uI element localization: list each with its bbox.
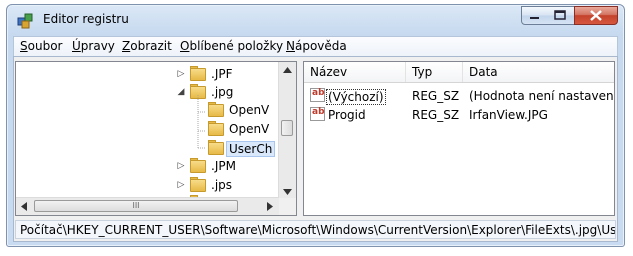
scroll-down-icon[interactable] (283, 189, 292, 195)
expanded-arrow-icon[interactable]: ◢ (176, 87, 186, 97)
menu-zobrazit[interactable]: Zobrazit (122, 39, 172, 53)
client-area: ▷.JPF◢.jpgOpenVOpenVUserCh▷.JPM▷.jps▷.js… (13, 56, 618, 242)
close-icon (590, 10, 602, 21)
tree-horizontal-scrollbar[interactable]: III (16, 197, 279, 215)
scroll-left-icon[interactable] (21, 202, 27, 211)
column-header-data[interactable]: Data (469, 65, 498, 79)
value-type: REG_SZ (412, 89, 460, 103)
column-header-type[interactable]: Typ (412, 65, 432, 79)
value-name: (Výchozí) (326, 89, 386, 105)
string-value-icon: ab (310, 107, 325, 121)
tree-item-label: .jps (211, 178, 233, 192)
list-header: Název Typ Data (304, 62, 614, 83)
tree-horizontal-scroll-thumb[interactable]: III (34, 200, 238, 212)
folder-icon (190, 66, 206, 81)
minimize-icon (530, 17, 539, 19)
value-name: Progid (328, 108, 366, 122)
value-row[interactable]: ab Progid REG_SZ IrfanView.JPG (304, 106, 614, 124)
window-title: Editor registru (43, 12, 129, 26)
menu-bar: Soubor Úpravy Zobrazit Oblíbené položky … (13, 36, 618, 56)
column-separator[interactable] (405, 62, 406, 82)
tree-connector-lines (197, 95, 205, 149)
menu-oblibene-polozky[interactable]: Oblíbené položky (180, 39, 283, 53)
value-type: REG_SZ (412, 108, 460, 122)
menu-soubor[interactable]: Soubor (20, 39, 62, 53)
string-value-icon-text: ab (312, 107, 325, 117)
status-key-path: Počítač\HKEY_CURRENT_USER\Software\Micro… (20, 223, 616, 237)
tree-item-label: .JPF (211, 67, 233, 81)
string-value-icon: ab (310, 88, 325, 102)
value-data: (Hodnota není nastavena.) (469, 89, 615, 103)
menu-upravy[interactable]: Úpravy (72, 39, 115, 53)
minimize-button[interactable] (521, 6, 549, 25)
scroll-up-icon[interactable] (283, 67, 292, 73)
scroll-right-icon[interactable] (267, 202, 273, 211)
values-list-pane[interactable]: Název Typ Data ab (Výchozí) REG_SZ (Hodnota… (303, 61, 615, 216)
title-bar[interactable]: Editor registru (7, 5, 624, 33)
collapsed-arrow-icon[interactable]: ▷ (176, 161, 186, 171)
close-button[interactable] (574, 6, 618, 25)
value-row[interactable]: ab (Výchozí) REG_SZ (Hodnota není nastavena… (304, 87, 614, 105)
string-value-icon-text: ab (312, 88, 325, 98)
folder-icon (190, 177, 206, 192)
tree-item[interactable]: ▷ .JPF (16, 65, 279, 83)
maximize-button[interactable] (548, 6, 575, 25)
maximize-icon (554, 10, 566, 20)
key-tree-pane[interactable]: ▷.JPF◢.jpgOpenVOpenVUserCh▷.JPM▷.jps▷.js… (15, 61, 297, 216)
collapsed-arrow-icon[interactable]: ▷ (176, 180, 186, 190)
column-header-name[interactable]: Název (310, 65, 347, 79)
tree-vertical-scrollbar[interactable] (278, 62, 296, 200)
tree-item[interactable]: ▷ .jps (16, 176, 279, 194)
registry-editor-window: Editor registru Soubor Úpravy Zobrazit O… (6, 4, 625, 247)
scrollbar-corner (279, 198, 296, 215)
tree-vertical-scroll-thumb[interactable] (281, 120, 293, 136)
registry-editor-app-icon (17, 13, 33, 29)
menu-napoveda[interactable]: Nápověda (286, 39, 347, 53)
collapsed-arrow-icon[interactable]: ▷ (176, 69, 186, 79)
value-data: IrfanView.JPG (469, 108, 548, 122)
status-bar: Počítač\HKEY_CURRENT_USER\Software\Micro… (15, 220, 616, 239)
column-separator[interactable] (462, 62, 463, 82)
